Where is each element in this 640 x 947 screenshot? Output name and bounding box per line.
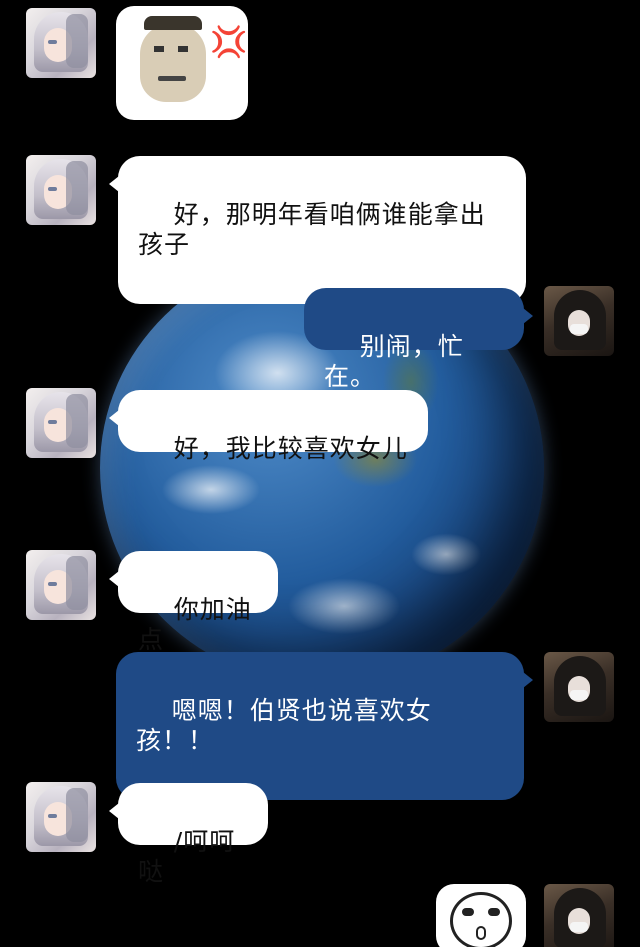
angry-face-sticker[interactable]: 💢 [116, 6, 248, 120]
meme-face [140, 24, 206, 102]
message-bubble-left[interactable]: 你加油点 [109, 551, 278, 654]
message-text: 好，我比较喜欢女儿 [173, 434, 408, 463]
avatar-girl[interactable] [26, 388, 96, 458]
avatar-girl[interactable] [26, 8, 96, 78]
message-text: 嗯嗯！伯贤也说喜欢女孩！！ [136, 696, 432, 755]
cartoon-face-sticker[interactable] [436, 884, 526, 947]
anger-vein-icon: 💢 [210, 25, 248, 60]
avatar-boy[interactable] [544, 884, 614, 947]
message-bubble-right[interactable]: 别闹，忙在。 [304, 288, 533, 391]
avatar-boy[interactable] [544, 286, 614, 356]
message-text: 好，那明年看咱俩谁能拿出孩子 [138, 200, 486, 259]
avatar-girl[interactable] [26, 155, 96, 225]
message-bubble-right[interactable]: 嗯嗯！伯贤也说喜欢女孩！！ [116, 652, 533, 800]
message-text: /呵呵哒 [138, 827, 236, 886]
message-bubble-left[interactable]: 好，那明年看咱俩谁能拿出孩子 [109, 156, 526, 304]
chat-screen: 💢 好，那明年看咱俩谁能拿出孩子 别闹，忙在。 好，我比较喜欢女儿 你加油点 嗯… [0, 0, 640, 947]
message-bubble-left[interactable]: /呵呵哒 [109, 783, 268, 886]
avatar-girl[interactable] [26, 782, 96, 852]
avatar-boy[interactable] [544, 652, 614, 722]
avatar-girl[interactable] [26, 550, 96, 620]
message-bubble-left[interactable]: 好，我比较喜欢女儿 [109, 390, 428, 463]
